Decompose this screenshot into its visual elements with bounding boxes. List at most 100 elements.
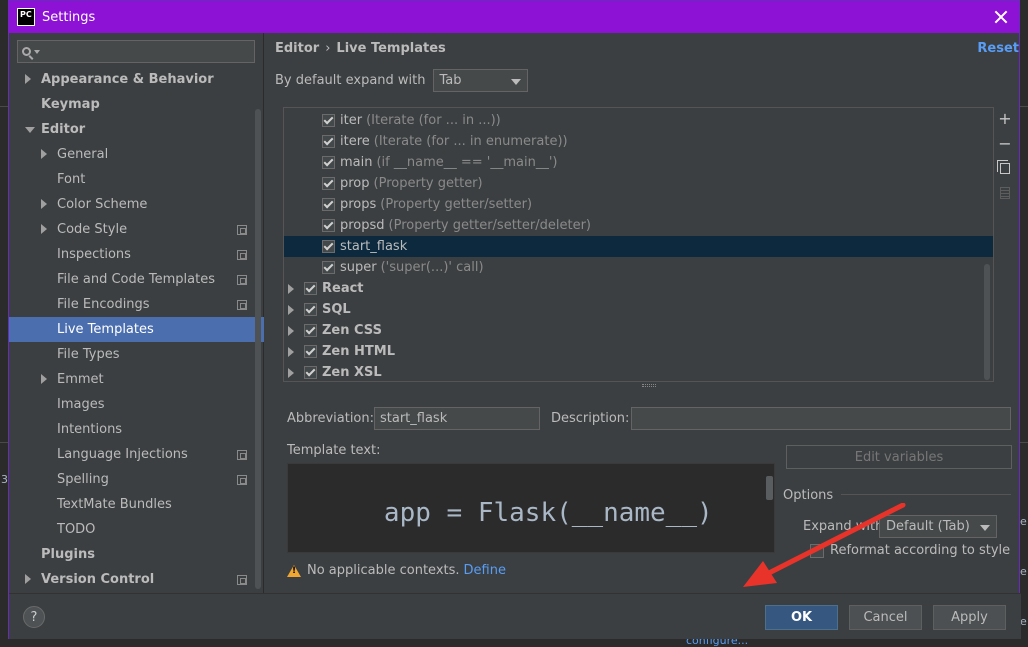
define-context-link[interactable]: Define xyxy=(464,563,506,578)
splitter-handle[interactable] xyxy=(642,384,656,387)
chevron-right-icon[interactable] xyxy=(288,326,294,336)
sidebar-item[interactable]: Language Injections xyxy=(9,442,264,467)
template-group-row[interactable]: React xyxy=(284,278,993,299)
sidebar-item-label: Plugins xyxy=(41,547,95,562)
template-checkbox[interactable] xyxy=(322,177,335,190)
sidebar-item[interactable]: Font xyxy=(9,167,264,192)
project-settings-icon xyxy=(237,574,247,585)
template-label: iter (Iterate (for ... in ...)) xyxy=(340,113,501,128)
sidebar-item[interactable]: File Encodings xyxy=(9,292,264,317)
template-checkbox[interactable] xyxy=(322,114,335,127)
sidebar-item[interactable]: Intentions xyxy=(9,417,264,442)
project-settings-icon xyxy=(237,224,247,235)
template-checkbox[interactable] xyxy=(322,261,335,274)
sidebar-item-label: File and Code Templates xyxy=(57,272,215,287)
template-row[interactable]: props (Property getter/setter) xyxy=(284,194,993,215)
template-checkbox[interactable] xyxy=(304,324,317,337)
help-button[interactable]: ? xyxy=(23,606,45,628)
template-row[interactable]: start_flask xyxy=(284,236,993,257)
default-expand-value: Tab xyxy=(439,73,462,88)
options-heading: Options xyxy=(783,488,834,503)
template-text-scrollbar[interactable] xyxy=(766,476,773,500)
template-name: SQL xyxy=(322,302,351,317)
chevron-down-icon[interactable] xyxy=(34,49,40,54)
settings-search-input[interactable] xyxy=(17,40,255,63)
template-row[interactable]: itere (Iterate (for ... in enumerate)) xyxy=(284,131,993,152)
template-checkbox[interactable] xyxy=(322,219,335,232)
chevron-right-icon[interactable] xyxy=(25,574,31,584)
chevron-right-icon[interactable] xyxy=(41,374,47,384)
template-group-row[interactable]: Zen HTML xyxy=(284,341,993,362)
sidebar-item-label: General xyxy=(57,147,109,162)
sidebar-item-label: TODO xyxy=(57,522,96,537)
template-row[interactable]: prop (Property getter) xyxy=(284,173,993,194)
sidebar-scrollbar[interactable] xyxy=(255,109,261,589)
sidebar-item[interactable]: Live Templates xyxy=(9,317,264,342)
template-group-row[interactable]: SQL xyxy=(284,299,993,320)
close-icon[interactable] xyxy=(991,7,1011,27)
remove-template-button[interactable]: − xyxy=(995,132,1015,154)
template-name: Zen XSL xyxy=(322,365,382,380)
template-row[interactable]: iter (Iterate (for ... in ...)) xyxy=(284,110,993,131)
sidebar-item[interactable]: Emmet xyxy=(9,367,264,392)
template-checkbox[interactable] xyxy=(322,198,335,211)
chevron-down-icon[interactable] xyxy=(25,127,35,133)
templates-list-scrollbar[interactable] xyxy=(984,264,990,380)
template-text-editor[interactable]: app = Flask(__name__) xyxy=(287,463,775,553)
sidebar-item[interactable]: TODO xyxy=(9,517,264,542)
template-checkbox[interactable] xyxy=(322,240,335,253)
cancel-button[interactable]: Cancel xyxy=(849,605,922,630)
chevron-right-icon[interactable] xyxy=(41,224,47,234)
copy-template-button[interactable] xyxy=(995,157,1015,179)
ok-button[interactable]: OK xyxy=(765,605,838,630)
sidebar-item[interactable]: General xyxy=(9,142,264,167)
template-checkbox[interactable] xyxy=(304,303,317,316)
template-checkbox[interactable] xyxy=(304,345,317,358)
sidebar-item[interactable]: Keymap xyxy=(9,92,264,117)
chevron-right-icon[interactable] xyxy=(41,149,47,159)
add-template-button[interactable]: + xyxy=(995,107,1015,129)
chevron-right-icon[interactable] xyxy=(25,74,31,84)
chevron-right-icon[interactable] xyxy=(288,284,294,294)
sidebar-item[interactable]: Color Scheme xyxy=(9,192,264,217)
template-row[interactable]: super ('super(...)' call) xyxy=(284,257,993,278)
edit-variables-button[interactable]: Edit variables xyxy=(786,445,1012,469)
template-checkbox[interactable] xyxy=(322,156,335,169)
template-row[interactable]: propsd (Property getter/setter/deleter) xyxy=(284,215,993,236)
template-group-row[interactable]: Zen XSL xyxy=(284,362,993,381)
default-expand-select[interactable]: Tab xyxy=(432,69,528,92)
sidebar-item[interactable]: Editor xyxy=(9,117,264,142)
sidebar-item-label: Language Injections xyxy=(57,447,188,462)
sidebar-item[interactable]: File Types xyxy=(9,342,264,367)
sidebar-item[interactable]: TextMate Bundles xyxy=(9,492,264,517)
apply-button[interactable]: Apply xyxy=(933,605,1006,630)
template-group-row[interactable]: Zen CSS xyxy=(284,320,993,341)
sidebar-item[interactable]: Appearance & Behavior xyxy=(9,67,264,92)
description-input[interactable] xyxy=(631,407,1011,430)
chevron-right-icon[interactable] xyxy=(41,199,47,209)
sidebar-item[interactable]: Code Style xyxy=(9,217,264,242)
change-context-button[interactable] xyxy=(995,182,1015,204)
chevron-right-icon[interactable] xyxy=(288,305,294,315)
sidebar-item[interactable]: Plugins xyxy=(9,542,264,567)
sidebar-item[interactable]: Inspections xyxy=(9,242,264,267)
reset-link[interactable]: Reset xyxy=(977,41,1019,56)
template-checkbox[interactable] xyxy=(304,282,317,295)
template-name: itere xyxy=(340,134,370,149)
template-checkbox[interactable] xyxy=(304,366,317,379)
sidebar-item[interactable]: File and Code Templates xyxy=(9,267,264,292)
template-label: React xyxy=(322,281,364,296)
title-bar[interactable]: PC Settings xyxy=(9,1,1019,33)
sidebar-item[interactable]: Version Control xyxy=(9,567,264,592)
chevron-right-icon[interactable] xyxy=(288,368,294,378)
sidebar-item[interactable]: Spelling xyxy=(9,467,264,492)
breadcrumb: Editor › Live Templates xyxy=(275,41,446,56)
template-row[interactable]: main (if __name__ == '__main__') xyxy=(284,152,993,173)
sidebar-item[interactable]: Images xyxy=(9,392,264,417)
template-checkbox[interactable] xyxy=(322,135,335,148)
template-label: propsd (Property getter/setter/deleter) xyxy=(340,218,591,233)
chevron-right-icon[interactable] xyxy=(288,347,294,357)
sidebar-item-label: Live Templates xyxy=(57,322,154,337)
abbreviation-input[interactable]: start_flask xyxy=(374,407,540,430)
templates-toolbar: + − xyxy=(995,107,1019,207)
